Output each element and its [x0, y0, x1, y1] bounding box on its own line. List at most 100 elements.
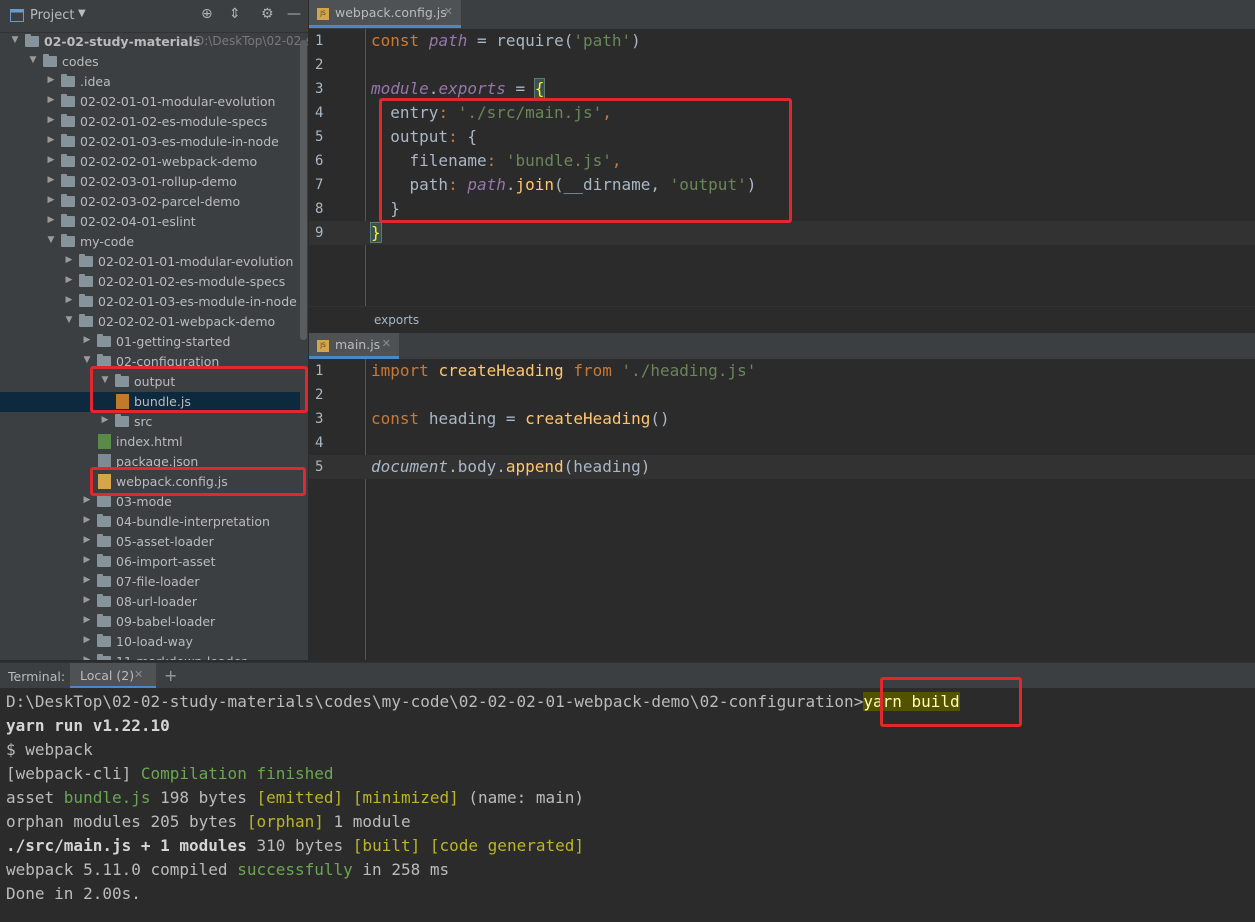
chevron-down-icon[interactable]: ▼ — [78, 8, 86, 19]
chevron-down-icon[interactable]: ▼ — [46, 235, 56, 245]
chevron-right-icon[interactable]: ▶ — [82, 575, 92, 585]
line-number: 5 — [315, 129, 324, 145]
chevron-right-icon[interactable]: ▶ — [46, 215, 56, 225]
tree-folder[interactable]: ▶ 02-02-02-01-webpack-demo — [0, 152, 300, 172]
chevron-right-icon[interactable]: ▶ — [46, 155, 56, 165]
tree-folder[interactable]: ▶ 07-file-loader — [0, 572, 300, 592]
folder-icon — [97, 594, 111, 607]
terminal-line: Done in 2.00s. — [6, 884, 141, 903]
tree-item-label: 02-02-01-02-es-module-specs — [98, 274, 286, 289]
tree-folder[interactable]: ▶ 02-02-01-03-es-module-in-node — [0, 292, 300, 312]
hide-panel-icon[interactable]: — — [287, 6, 301, 22]
chevron-down-icon[interactable]: ▼ — [28, 55, 38, 65]
tree-item-label: 02-02-03-02-parcel-demo — [80, 194, 241, 209]
tree-item-label: 02-02-01-01-modular-evolution — [80, 94, 276, 109]
tree-item-label: index.html — [116, 434, 183, 449]
chevron-right-icon[interactable]: ▶ — [82, 555, 92, 565]
tree-folder[interactable]: ▶ src — [0, 412, 300, 432]
chevron-right-icon[interactable]: ▶ — [82, 635, 92, 645]
tree-folder[interactable]: ▶ 10-load-way — [0, 632, 300, 652]
tree-folder[interactable]: ▶ 02-02-01-01-modular-evolution — [0, 92, 300, 112]
tree-folder[interactable]: ▼ my-code — [0, 232, 300, 252]
tree-item-label: 05-asset-loader — [116, 534, 214, 549]
highlight-output-folder — [90, 366, 308, 413]
tree-folder[interactable]: ▶ 02-02-03-01-rollup-demo — [0, 172, 300, 192]
chevron-right-icon[interactable]: ▶ — [46, 135, 56, 145]
chevron-down-icon[interactable]: ▼ — [10, 35, 20, 45]
chevron-down-icon[interactable]: ▼ — [82, 355, 92, 365]
tree-folder[interactable]: ▶ 01-getting-started — [0, 332, 300, 352]
code-line: 4 — [309, 431, 1255, 455]
terminal-line: webpack 5.11.0 compiled successfully in … — [6, 860, 450, 879]
chevron-right-icon[interactable]: ▶ — [82, 495, 92, 505]
folder-icon — [61, 194, 75, 207]
chevron-right-icon[interactable]: ▶ — [46, 175, 56, 185]
tree-folder[interactable]: ▶ 02-02-04-01-eslint — [0, 212, 300, 232]
line-number: 7 — [315, 177, 324, 193]
gear-icon[interactable]: ⚙ — [261, 6, 274, 22]
tab-terminal-local[interactable]: Local (2) ✕ — [70, 663, 156, 689]
chevron-right-icon[interactable]: ▶ — [100, 415, 110, 425]
tree-folder[interactable]: ▶ 06-import-asset — [0, 552, 300, 572]
tree-folder[interactable]: ▶ 02-02-01-03-es-module-in-node — [0, 132, 300, 152]
editor-bottom[interactable]: 1 import createHeading from './heading.js… — [309, 359, 1255, 660]
chevron-right-icon[interactable]: ▶ — [64, 275, 74, 285]
tab-webpack-config[interactable]: JS webpack.config.js ✕ — [309, 0, 461, 28]
chevron-right-icon[interactable]: ▶ — [82, 335, 92, 345]
project-panel-title[interactable]: Project — [30, 8, 74, 23]
chevron-down-icon[interactable]: ▼ — [64, 315, 74, 325]
tree-folder[interactable]: ▼ codes — [0, 52, 300, 72]
chevron-right-icon[interactable]: ▶ — [46, 115, 56, 125]
tree-item-label: 01-getting-started — [116, 334, 231, 349]
tree-item-label: 07-file-loader — [116, 574, 200, 589]
close-icon[interactable]: ✕ — [134, 668, 143, 681]
close-icon[interactable]: ✕ — [444, 5, 453, 18]
chevron-right-icon[interactable]: ▶ — [46, 195, 56, 205]
chevron-right-icon[interactable]: ▶ — [82, 615, 92, 625]
terminal-output[interactable]: D:\DeskTop\02-02-study-materials\codes\m… — [0, 688, 1255, 922]
tree-folder[interactable]: ▶ 02-02-03-02-parcel-demo — [0, 192, 300, 212]
tree-folder[interactable]: ▼ 02-02-02-01-webpack-demo — [0, 312, 300, 332]
highlight-yarn-build — [880, 677, 1022, 727]
chevron-right-icon[interactable]: ▶ — [82, 595, 92, 605]
chevron-right-icon[interactable]: ▶ — [82, 515, 92, 525]
tree-item-label: 04-bundle-interpretation — [116, 514, 270, 529]
chevron-right-icon[interactable]: ▶ — [82, 535, 92, 545]
tree-folder[interactable]: ▶ 11-markdown-loader — [0, 652, 300, 660]
tree-folder[interactable]: ▶ .idea — [0, 72, 300, 92]
folder-icon — [97, 494, 111, 507]
tree-folder[interactable]: ▶ 02-02-01-02-es-module-specs — [0, 112, 300, 132]
locate-icon[interactable]: ⊕ — [201, 6, 213, 22]
tree-folder[interactable]: ▶ 04-bundle-interpretation — [0, 512, 300, 532]
editor-bottom-tabbar: JS main.js ✕ — [309, 333, 1255, 360]
tree-folder[interactable]: ▶ 02-02-01-02-es-module-specs — [0, 272, 300, 292]
chevron-right-icon[interactable]: ▶ — [82, 655, 92, 660]
terminal-line: yarn run v1.22.10 — [6, 716, 170, 735]
chevron-right-icon[interactable]: ▶ — [46, 75, 56, 85]
terminal-label: Terminal: — [8, 669, 66, 684]
collapse-all-icon[interactable]: ⇕ — [229, 6, 241, 22]
highlight-webpack-config — [90, 467, 306, 496]
chevron-right-icon[interactable]: ▶ — [46, 95, 56, 105]
breadcrumb[interactable]: exports — [374, 313, 419, 327]
chevron-right-icon[interactable]: ▶ — [64, 295, 74, 305]
close-icon[interactable]: ✕ — [382, 337, 391, 350]
line-number: 3 — [315, 411, 324, 427]
tree-folder[interactable]: ▶ 05-asset-loader — [0, 532, 300, 552]
editor-top-tabbar: JS webpack.config.js ✕ — [309, 0, 1255, 30]
tree-folder[interactable]: ▼ 02-02-study-materials D:\DeskTop\02-02-s… — [0, 32, 308, 52]
tree-folder[interactable]: ▶ 02-02-01-01-modular-evolution — [0, 252, 300, 272]
add-terminal-icon[interactable]: + — [164, 666, 177, 685]
line-number: 3 — [315, 81, 324, 97]
tree-folder[interactable]: ▶ 08-url-loader — [0, 592, 300, 612]
project-scrollbar[interactable] — [300, 40, 307, 340]
tree-file[interactable]: index.html — [0, 432, 300, 452]
tab-main-js[interactable]: JS main.js ✕ — [309, 333, 399, 359]
chevron-right-icon[interactable]: ▶ — [64, 255, 74, 265]
tree-item-path-hint: D:\DeskTop\02-02-st — [195, 34, 308, 48]
tree-item-label: my-code — [80, 234, 135, 249]
tree-item-label: 02-02-02-01-webpack-demo — [98, 314, 276, 329]
tree-folder[interactable]: ▶ 09-babel-loader — [0, 612, 300, 632]
folder-icon — [25, 34, 39, 47]
highlight-config-object — [379, 98, 792, 223]
